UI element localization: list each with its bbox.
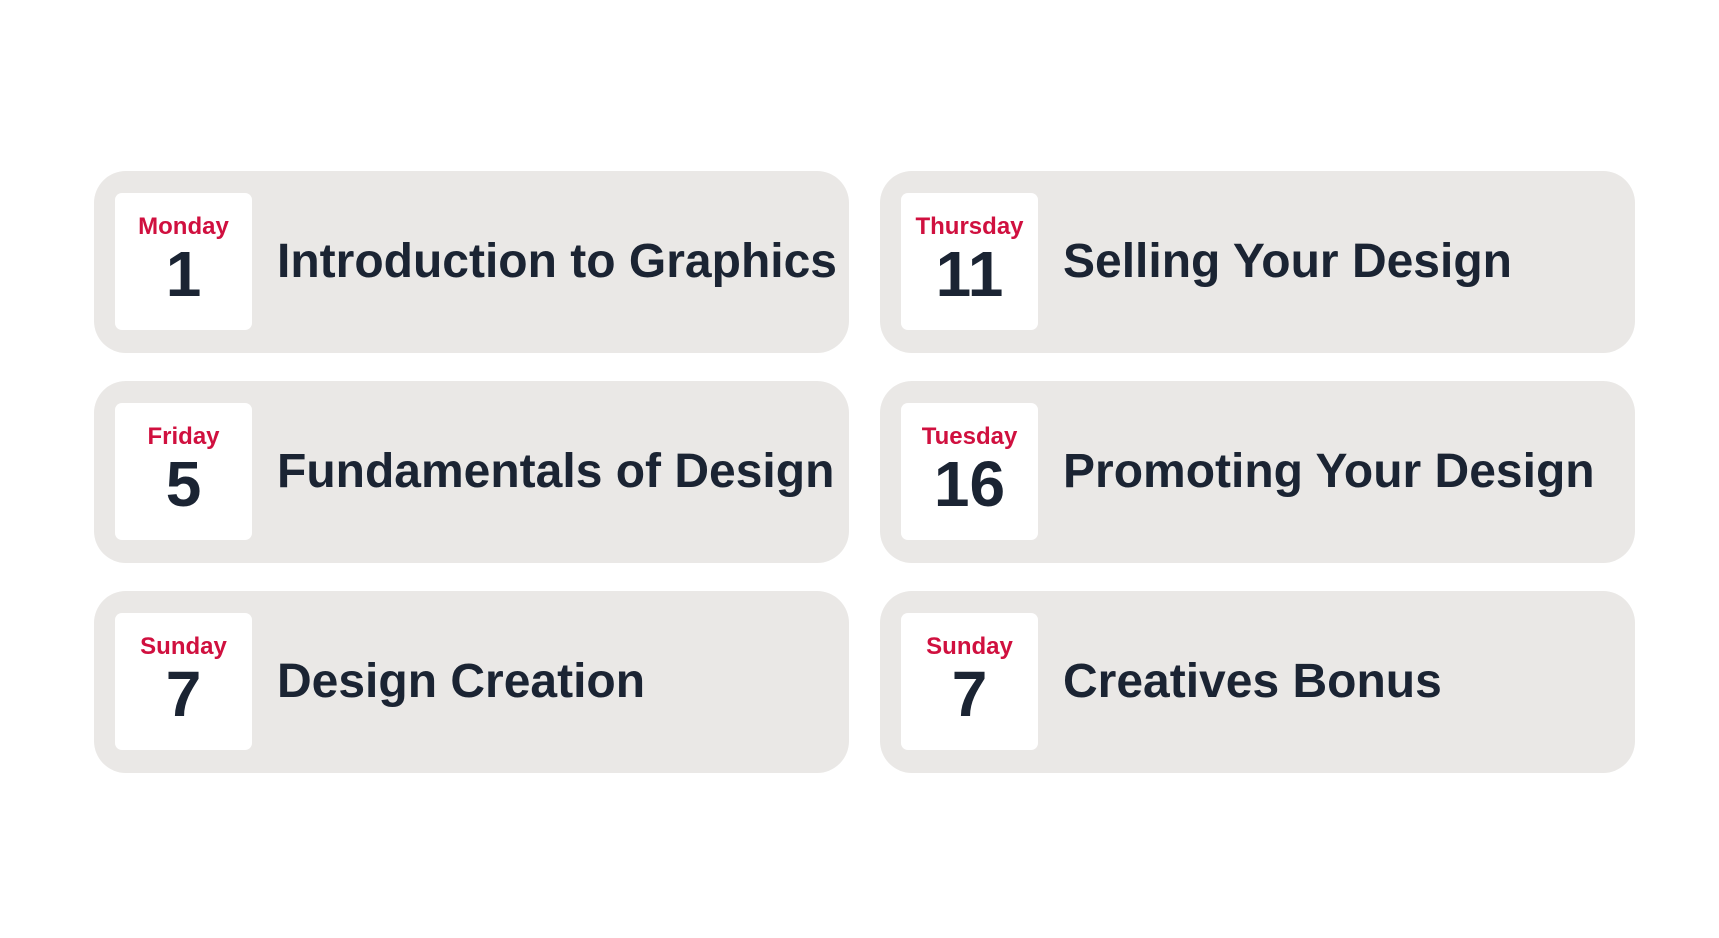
weekday-label: Monday [138, 213, 229, 240]
session-title: Introduction to Graphics [277, 235, 837, 288]
day-number: 11 [935, 238, 1004, 310]
session-card-creatives-bonus[interactable]: Sunday 7 Creatives Bonus [880, 591, 1635, 773]
session-title: Creatives Bonus [1063, 655, 1442, 708]
calendar-date-box: Thursday 11 [901, 193, 1038, 330]
calendar-date-box: Monday 1 [115, 193, 252, 330]
session-card-design-creation[interactable]: Sunday 7 Design Creation [94, 591, 849, 773]
session-title: Promoting Your Design [1063, 445, 1595, 498]
session-grid: Monday 1 Introduction to Graphics Thursd… [94, 171, 1635, 773]
weekday-label: Friday [147, 423, 220, 450]
session-card-selling-your-design[interactable]: Thursday 11 Selling Your Design [880, 171, 1635, 353]
session-title: Design Creation [277, 655, 646, 708]
weekday-label: Tuesday [921, 423, 1018, 450]
session-card-introduction-to-graphics[interactable]: Monday 1 Introduction to Graphics [94, 171, 849, 353]
weekday-label: Sunday [140, 633, 227, 660]
calendar-date-box: Friday 5 [115, 403, 252, 540]
session-title: Selling Your Design [1063, 235, 1512, 288]
weekday-label: Sunday [926, 633, 1013, 660]
session-card-fundamentals-of-design[interactable]: Friday 5 Fundamentals of Design [94, 381, 849, 563]
day-number: 7 [165, 658, 202, 730]
session-card-promoting-your-design[interactable]: Tuesday 16 Promoting Your Design [880, 381, 1635, 563]
calendar-date-box: Tuesday 16 [901, 403, 1038, 540]
day-number: 7 [951, 658, 988, 730]
session-title: Fundamentals of Design [277, 445, 835, 498]
calendar-date-box: Sunday 7 [115, 613, 252, 750]
day-number: 5 [165, 448, 202, 520]
day-number: 1 [165, 238, 202, 310]
schedule-page: Monday 1 Introduction to Graphics Thursd… [0, 0, 1719, 938]
weekday-label: Thursday [915, 213, 1024, 240]
day-number: 16 [933, 448, 1006, 520]
calendar-date-box: Sunday 7 [901, 613, 1038, 750]
